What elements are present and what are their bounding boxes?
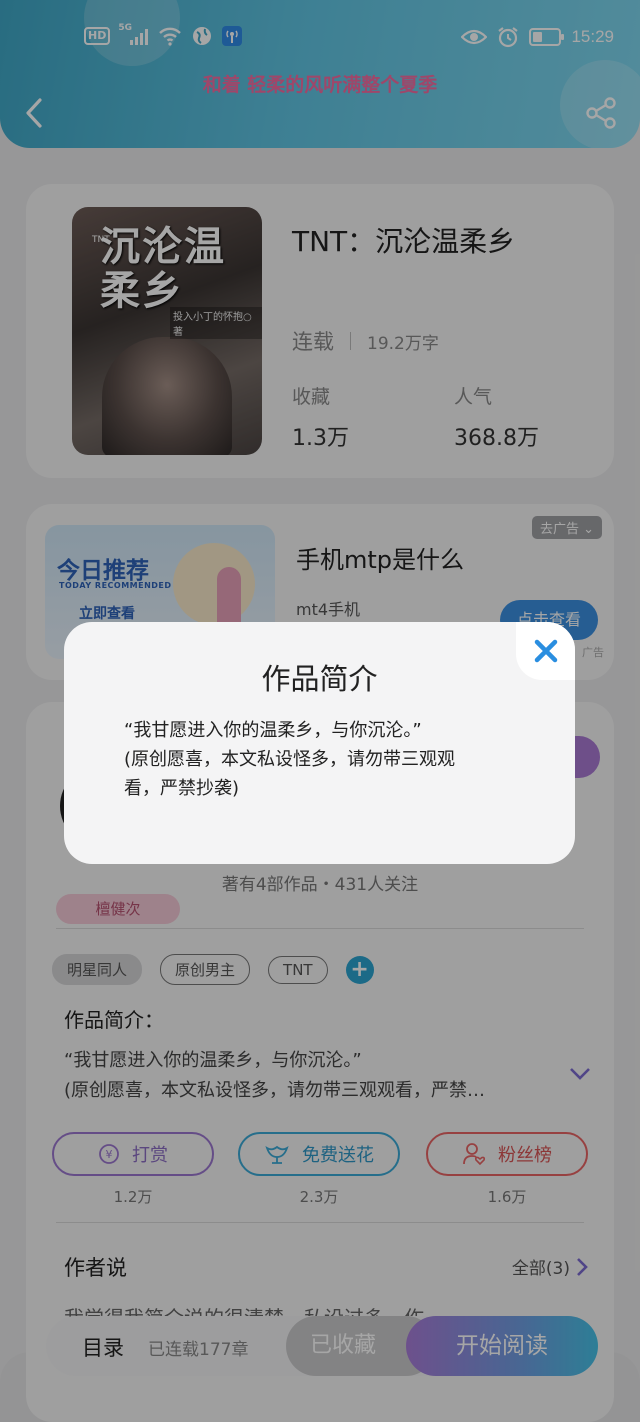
close-icon <box>534 639 557 663</box>
modal-line: 看，严禁抄袭) <box>124 778 240 799</box>
modal-line: “我甘愿进入你的温柔乡，与你沉沦。” <box>124 720 422 741</box>
close-button[interactable] <box>516 622 575 680</box>
modal-title: 作品简介 <box>261 662 378 696</box>
intro-modal: 作品简介 “我甘愿进入你的温柔乡，与你沉沦。” (原创愿喜，本文私设怪多，请勿带… <box>64 622 575 864</box>
modal-line: (原创愿喜，本文私设怪多，请勿带三观观 <box>124 749 456 770</box>
modal-body: “我甘愿进入你的温柔乡，与你沉沦。” (原创愿喜，本文私设怪多，请勿带三观观 看… <box>124 716 524 803</box>
